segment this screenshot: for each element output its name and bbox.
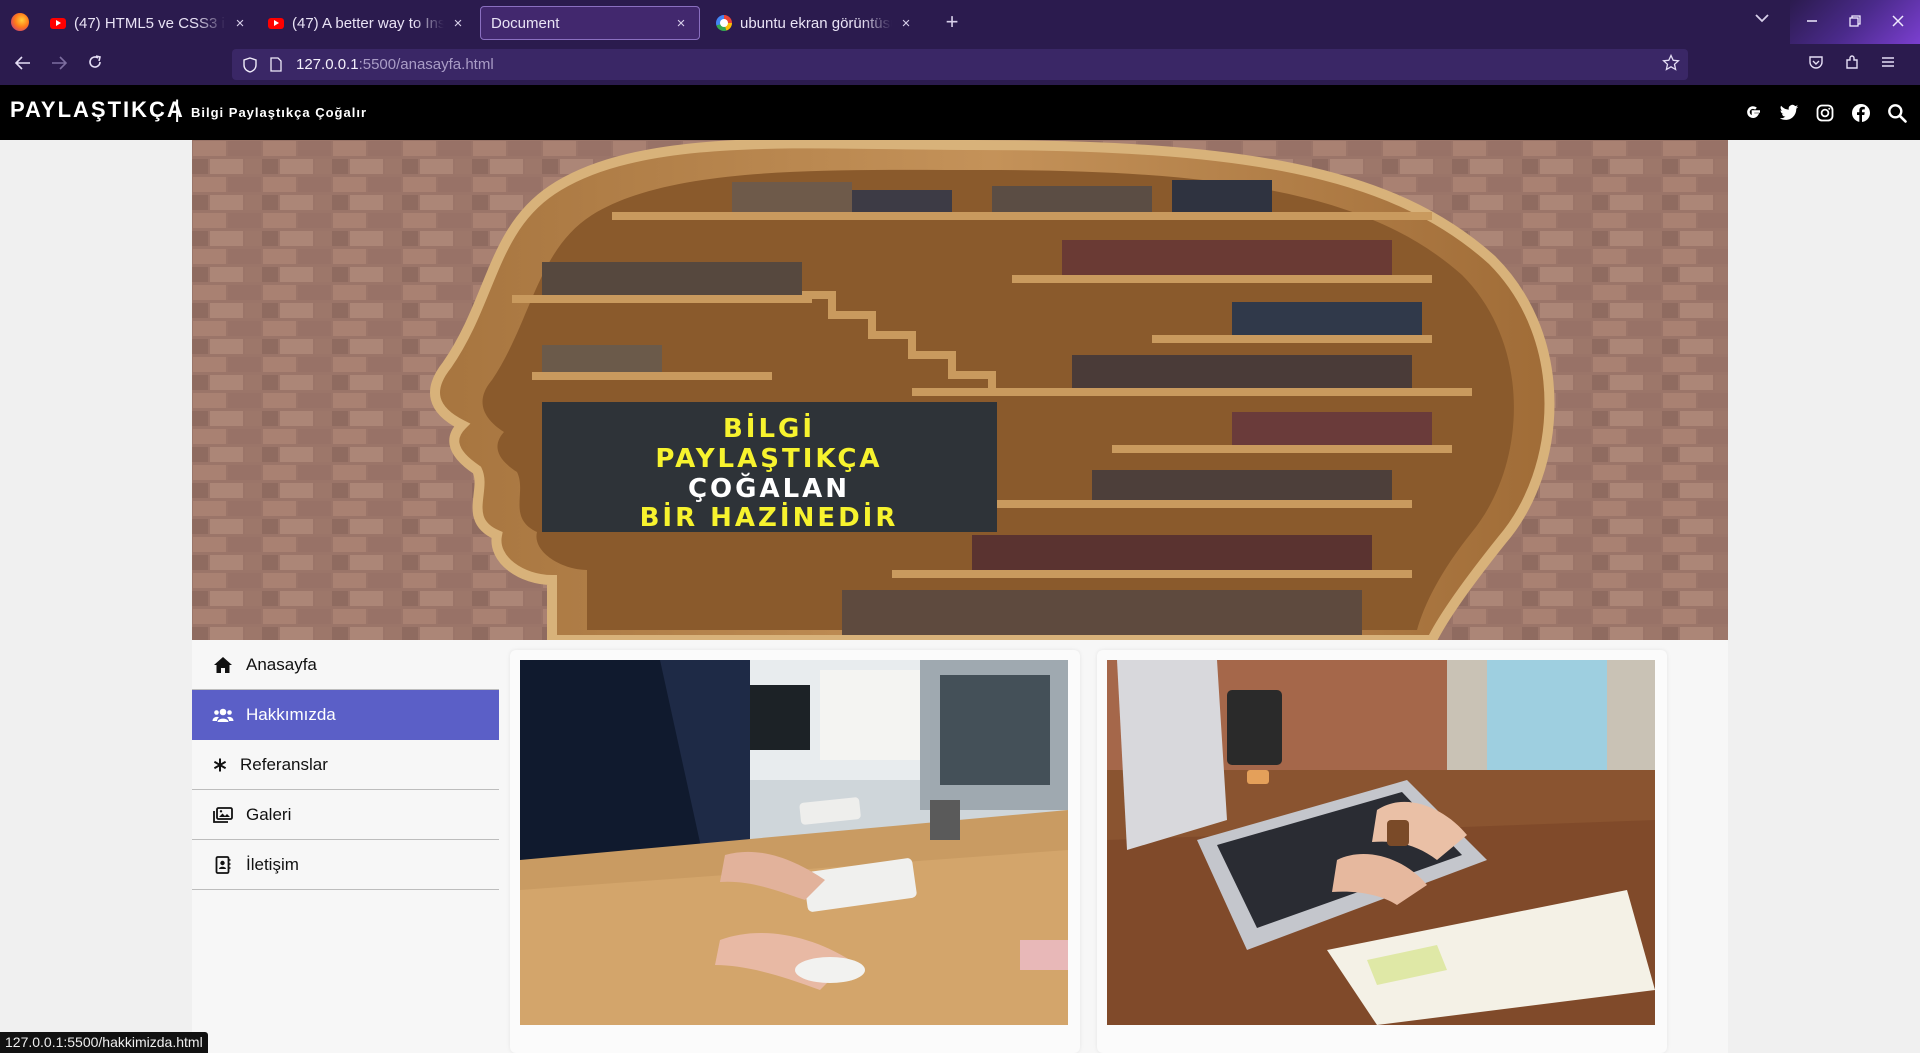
tab-list-chevron-icon[interactable] bbox=[1755, 10, 1769, 28]
tab-title: (47) HTML5 ve CSS3 ile B bbox=[74, 14, 226, 32]
hero-quote-line-4: BİR HAZİNEDİR bbox=[640, 501, 899, 533]
sidebar-item-anasayfa[interactable]: Anasayfa bbox=[192, 640, 499, 690]
asterisk-icon bbox=[212, 755, 228, 775]
tab-title: ubuntu ekran görüntüsü bbox=[740, 14, 892, 32]
browser-nav-bar: 127.0.0.1:5500/anasayfa.html bbox=[0, 44, 1920, 85]
sidebar-item-galeri[interactable]: Galeri bbox=[192, 790, 499, 840]
forward-arrow-icon[interactable] bbox=[41, 54, 77, 75]
browser-tab-html5[interactable]: (47) HTML5 ve CSS3 ile B × bbox=[40, 6, 258, 40]
firefox-logo-icon bbox=[11, 13, 29, 31]
office-typing-photo bbox=[520, 660, 1068, 1025]
site-tagline: Bilgi Paylaştıkça Çoğalır bbox=[191, 105, 368, 120]
youtube-icon bbox=[268, 15, 284, 31]
main-content: Anasayfa Hakkımızda Referanslar Galeri İ… bbox=[192, 640, 1728, 1053]
search-icon[interactable] bbox=[1886, 102, 1908, 124]
youtube-icon bbox=[50, 15, 66, 31]
back-arrow-icon[interactable] bbox=[5, 54, 41, 75]
extensions-icon[interactable] bbox=[1844, 54, 1860, 75]
browser-status-bar: 127.0.0.1:5500/hakkimizda.html bbox=[0, 1032, 208, 1053]
url-text: 127.0.0.1:5500/anasayfa.html bbox=[296, 56, 494, 73]
site-brand[interactable]: PAYLAŞTIKÇA bbox=[10, 97, 185, 123]
sidebar-item-referanslar[interactable]: Referanslar bbox=[192, 740, 499, 790]
brand-separator: | bbox=[174, 96, 181, 123]
hero-quote-line-2: PAYLAŞTIKÇA bbox=[655, 444, 882, 474]
pocket-icon[interactable] bbox=[1808, 54, 1824, 75]
browser-tab-document[interactable]: Document × bbox=[480, 6, 700, 40]
reload-icon[interactable] bbox=[77, 54, 113, 75]
sidebar-item-label: Hakkımızda bbox=[246, 704, 336, 724]
site-header: PAYLAŞTIKÇA | Bilgi Paylaştıkça Çoğalır bbox=[0, 85, 1920, 140]
users-icon bbox=[212, 705, 234, 725]
tab-close-icon[interactable]: × bbox=[898, 15, 914, 32]
hamburger-menu-icon[interactable] bbox=[1880, 54, 1896, 75]
browser-tab-ubuntu[interactable]: ubuntu ekran görüntüsü × bbox=[706, 6, 924, 40]
url-host: 127.0.0.1 bbox=[296, 56, 359, 73]
new-tab-button[interactable]: + bbox=[938, 9, 966, 35]
browser-tab-bar: (47) HTML5 ve CSS3 ile B × (47) A better… bbox=[0, 0, 1920, 44]
social-links bbox=[1742, 102, 1908, 124]
google-icon bbox=[716, 15, 732, 31]
sidebar-menu: Anasayfa Hakkımızda Referanslar Galeri İ… bbox=[192, 640, 499, 890]
facebook-icon[interactable] bbox=[1850, 102, 1872, 124]
url-path: :5500/anasayfa.html bbox=[358, 56, 494, 73]
restore-icon[interactable] bbox=[1849, 14, 1861, 30]
page-info-icon[interactable] bbox=[268, 57, 284, 73]
sidebar-item-label: Galeri bbox=[246, 804, 292, 824]
home-icon bbox=[212, 655, 234, 675]
hero-banner: BİLGİ PAYLAŞTIKÇA ÇOĞALAN BİR HAZİNEDİR bbox=[192, 140, 1728, 640]
images-icon bbox=[212, 805, 234, 825]
sidebar-item-label: İletişim bbox=[246, 854, 299, 874]
sidebar-item-label: Referanslar bbox=[240, 754, 328, 774]
sidebar-item-iletisim[interactable]: İletişim bbox=[192, 840, 499, 890]
tab-title: (47) A better way to Insta bbox=[292, 14, 444, 32]
content-card-2 bbox=[1097, 650, 1667, 1053]
hero-quote-line-3: ÇOĞALAN bbox=[688, 472, 850, 504]
content-card-1 bbox=[510, 650, 1080, 1053]
google-icon[interactable] bbox=[1742, 102, 1764, 124]
laptop-work-photo bbox=[1107, 660, 1655, 1025]
sidebar-item-hakkimizda[interactable]: Hakkımızda bbox=[192, 690, 499, 740]
instagram-icon[interactable] bbox=[1814, 102, 1836, 124]
firefox-menu-button[interactable] bbox=[0, 0, 40, 44]
tab-close-icon[interactable]: × bbox=[450, 15, 466, 32]
bookmark-star-icon[interactable] bbox=[1662, 53, 1680, 77]
sidebar-item-label: Anasayfa bbox=[246, 654, 317, 674]
tab-close-icon[interactable]: × bbox=[232, 15, 248, 32]
twitter-icon[interactable] bbox=[1778, 102, 1800, 124]
toolbar-right bbox=[1808, 54, 1896, 75]
hero-bookshelf-illustration: BİLGİ PAYLAŞTIKÇA ÇOĞALAN BİR HAZİNEDİR bbox=[192, 140, 1728, 640]
window-controls bbox=[1790, 0, 1920, 44]
tab-title: Document bbox=[491, 14, 560, 32]
contact-card-icon bbox=[212, 855, 234, 875]
tab-close-icon[interactable]: × bbox=[673, 15, 689, 32]
browser-tab-better-way[interactable]: (47) A better way to Insta × bbox=[258, 6, 476, 40]
close-window-icon[interactable] bbox=[1892, 14, 1904, 30]
address-bar[interactable]: 127.0.0.1:5500/anasayfa.html bbox=[232, 49, 1688, 80]
hero-quote-line-1: BİLGİ bbox=[723, 412, 815, 444]
tracking-protection-shield-icon[interactable] bbox=[242, 56, 258, 73]
minimize-icon[interactable] bbox=[1806, 14, 1818, 30]
